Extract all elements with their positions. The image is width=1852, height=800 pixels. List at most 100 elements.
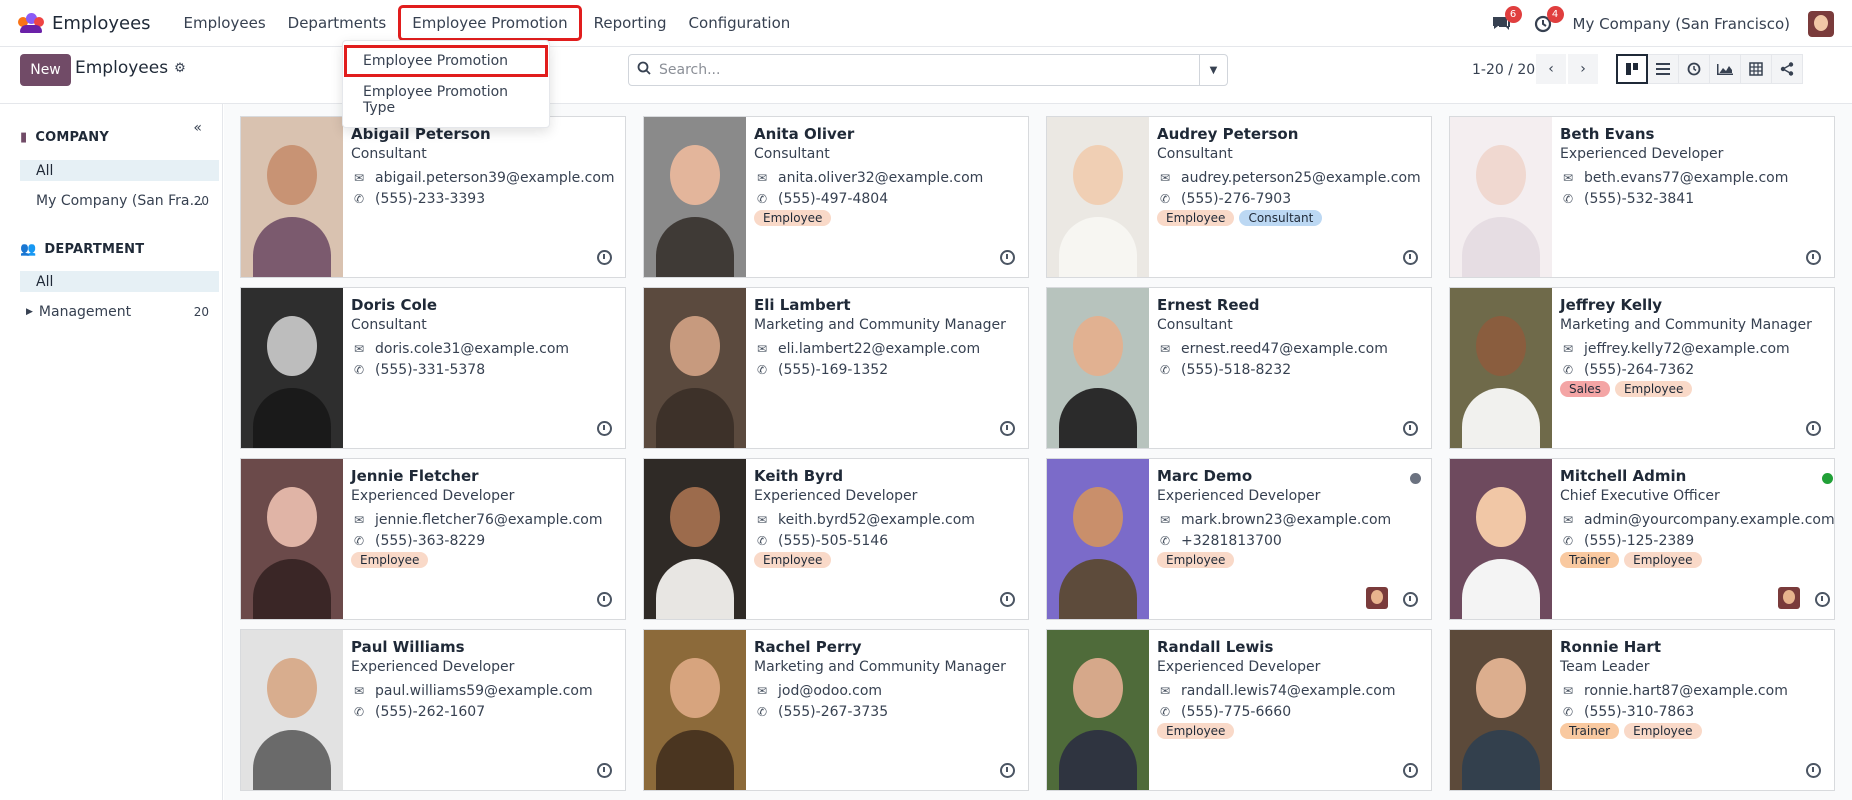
employee-job-title: Experienced Developer bbox=[1157, 488, 1321, 504]
activity-clock-icon[interactable] bbox=[1000, 421, 1015, 436]
employee-card[interactable]: Beth Evans Experienced Developer ✉ beth.eva… bbox=[1449, 116, 1835, 278]
kanban-board: Abigail Peterson Consultant ✉ abigail.peter… bbox=[224, 104, 1852, 800]
activity-clock-icon[interactable] bbox=[1403, 250, 1418, 265]
activity-clock-icon[interactable] bbox=[1806, 250, 1821, 265]
activity-clock-icon[interactable] bbox=[597, 421, 612, 436]
activity-clock-icon[interactable] bbox=[1000, 763, 1015, 778]
employee-card[interactable]: Abigail Peterson Consultant ✉ abigail.peter… bbox=[240, 116, 626, 278]
pivot-view-button[interactable] bbox=[1740, 54, 1772, 84]
employee-card[interactable]: Mitchell Admin Chief Executive Officer ✉ ad… bbox=[1449, 458, 1835, 620]
pager-value[interactable]: 1-20 / 20 bbox=[1472, 62, 1535, 78]
employee-name: Anita Oliver bbox=[754, 125, 855, 143]
employee-email: ✉ jod@odoo.com bbox=[754, 680, 1020, 701]
user-avatar[interactable] bbox=[1808, 10, 1834, 37]
activity-clock-icon[interactable] bbox=[597, 250, 612, 265]
employee-card[interactable]: Audrey Peterson Consultant ✉ audrey.peterso… bbox=[1046, 116, 1432, 278]
employee-name: Mitchell Admin bbox=[1560, 467, 1687, 485]
app-brand[interactable]: Employees bbox=[18, 13, 151, 34]
activity-clock-icon[interactable] bbox=[1000, 250, 1015, 265]
menu-employee-promotion[interactable]: Employee Promotion bbox=[398, 5, 582, 41]
employee-card[interactable]: Ronnie Hart Team Leader ✉ ronnie.hart87@exa… bbox=[1449, 629, 1835, 791]
menu-employees[interactable]: Employees bbox=[173, 8, 277, 38]
tag-trainer: Trainer bbox=[1560, 723, 1620, 739]
activity-clock-icon[interactable] bbox=[1403, 592, 1418, 607]
company-filter-all[interactable]: All bbox=[20, 160, 219, 181]
gear-icon[interactable]: ⚙ bbox=[174, 61, 186, 76]
phone-icon: ✆ bbox=[353, 704, 365, 719]
activity-clock-icon[interactable] bbox=[1000, 592, 1015, 607]
activity-clock-icon[interactable] bbox=[1403, 421, 1418, 436]
employee-name: Eli Lambert bbox=[754, 296, 851, 314]
graph-view-button[interactable] bbox=[1709, 54, 1741, 84]
user-avatar-small[interactable] bbox=[1366, 587, 1388, 609]
envelope-icon: ✉ bbox=[1159, 341, 1171, 356]
pager-next-button[interactable]: › bbox=[1568, 54, 1598, 84]
user-avatar-small[interactable] bbox=[1777, 587, 1800, 609]
employee-card[interactable]: Randall Lewis Experienced Developer ✉ randa… bbox=[1046, 629, 1432, 791]
clock-icon[interactable]: 4 bbox=[1531, 5, 1564, 36]
employee-photo bbox=[644, 117, 746, 277]
employee-card[interactable]: Keith Byrd Experienced Developer ✉ keith.by… bbox=[643, 458, 1029, 620]
employee-card[interactable]: Doris Cole Consultant ✉ doris.cole31@exampl… bbox=[240, 287, 626, 449]
collapse-panel-icon[interactable]: « bbox=[193, 120, 202, 136]
company-switcher[interactable]: My Company (San Francisco) bbox=[1573, 15, 1790, 33]
search-input[interactable] bbox=[659, 62, 1199, 78]
hierarchy-view-button[interactable] bbox=[1771, 54, 1803, 84]
caret-right-icon[interactable]: ▶ bbox=[26, 307, 33, 317]
control-panel: New Employees ⚙ ▼ 1-20 / 20 ‹ › bbox=[0, 48, 1852, 104]
phone-icon: ✆ bbox=[1562, 533, 1574, 548]
employee-tags: Employee bbox=[1157, 723, 1423, 739]
employee-card[interactable]: Eli Lambert Marketing and Community Manag… bbox=[643, 287, 1029, 449]
tag-trainer: Trainer bbox=[1560, 552, 1620, 568]
employee-phone: ✆ (555)-276-7903 bbox=[1157, 188, 1423, 209]
employee-tags: Employee bbox=[754, 552, 1020, 568]
employee-card[interactable]: Anita Oliver Consultant ✉ anita.oliver32@ex… bbox=[643, 116, 1029, 278]
employee-photo bbox=[1450, 459, 1552, 619]
activity-clock-icon[interactable] bbox=[597, 592, 612, 607]
employee-email: ✉ keith.byrd52@example.com bbox=[754, 509, 1020, 530]
employee-photo bbox=[241, 288, 343, 448]
dropdown-item-employee-promotion-type[interactable]: Employee Promotion Type bbox=[343, 77, 549, 123]
activity-clock-icon[interactable] bbox=[1403, 763, 1418, 778]
activity-clock-icon[interactable] bbox=[597, 763, 612, 778]
phone-icon: ✆ bbox=[1159, 533, 1171, 548]
envelope-icon: ✉ bbox=[353, 512, 365, 527]
envelope-icon: ✉ bbox=[353, 683, 365, 698]
employee-card[interactable]: Jeffrey Kelly Marketing and Community Man… bbox=[1449, 287, 1835, 449]
menu-departments[interactable]: Departments bbox=[277, 8, 398, 38]
list-view-button[interactable] bbox=[1647, 54, 1679, 84]
company-section-title: ▮ COMPANY bbox=[20, 130, 109, 145]
chat-icon[interactable]: 6 bbox=[1489, 5, 1522, 36]
chevron-right-icon: › bbox=[1580, 61, 1586, 77]
phone-icon: ✆ bbox=[756, 533, 768, 548]
activities-badge: 4 bbox=[1546, 5, 1564, 23]
phone-icon: ✆ bbox=[1562, 704, 1574, 719]
employee-job-title: Consultant bbox=[1157, 146, 1233, 162]
company-filter-my-company[interactable]: My Company (San Fra… 20 bbox=[20, 190, 219, 211]
employee-job-title: Experienced Developer bbox=[1560, 146, 1724, 162]
dropdown-item-employee-promotion[interactable]: Employee Promotion bbox=[344, 45, 548, 77]
department-filter-management[interactable]: ▶ Management 20 bbox=[20, 301, 219, 322]
app-title: Employees bbox=[52, 12, 151, 34]
menu-configuration[interactable]: Configuration bbox=[678, 8, 802, 38]
employee-email: ✉ doris.cole31@example.com bbox=[351, 338, 617, 359]
employee-card[interactable]: Jennie Fletcher Experienced Developer ✉ jen… bbox=[240, 458, 626, 620]
employee-card[interactable]: Ernest Reed Consultant ✉ ernest.reed47@exam… bbox=[1046, 287, 1432, 449]
employee-phone: ✆ (555)-310-7863 bbox=[1560, 701, 1826, 722]
kanban-view-button[interactable] bbox=[1616, 54, 1648, 84]
menu-reporting[interactable]: Reporting bbox=[583, 8, 678, 38]
pager-previous-button[interactable]: ‹ bbox=[1536, 54, 1566, 84]
new-button[interactable]: New bbox=[20, 54, 71, 86]
activity-clock-icon[interactable] bbox=[1806, 763, 1821, 778]
employee-name: Ronnie Hart bbox=[1560, 638, 1661, 656]
department-filter-all[interactable]: All bbox=[20, 271, 219, 292]
employee-job-title: Marketing and Community Manager bbox=[754, 317, 1006, 333]
activity-clock-icon[interactable] bbox=[1814, 592, 1830, 607]
search-options-toggle[interactable]: ▼ bbox=[1199, 55, 1227, 85]
employee-card[interactable]: Paul Williams Experienced Developer ✉ paul.… bbox=[240, 629, 626, 791]
employee-tags: Employee Consultant bbox=[1157, 210, 1423, 226]
employee-card[interactable]: Marc Demo Experienced Developer ✉ mark.brow… bbox=[1046, 458, 1432, 620]
employee-card[interactable]: Rachel Perry Marketing and Community Mana… bbox=[643, 629, 1029, 791]
activity-clock-icon[interactable] bbox=[1806, 421, 1821, 436]
activity-view-button[interactable] bbox=[1678, 54, 1710, 84]
